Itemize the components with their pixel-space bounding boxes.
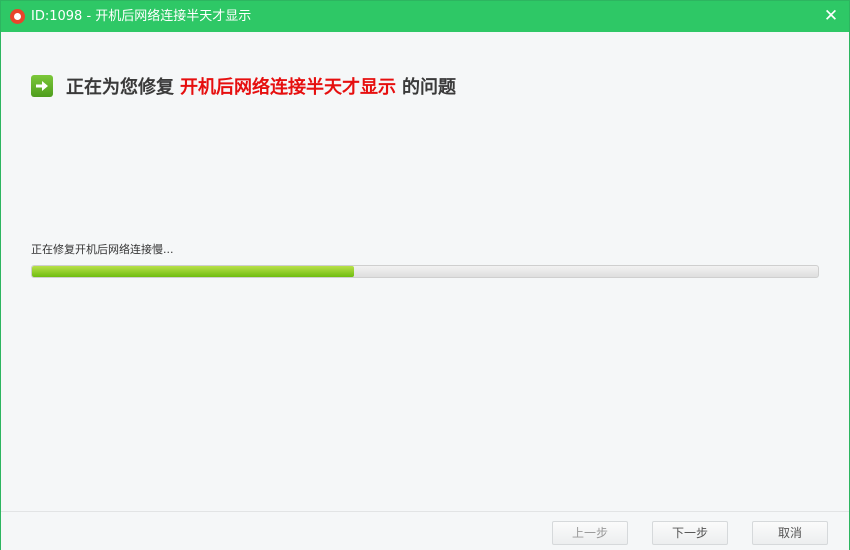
heading-suffix: 的问题 — [402, 77, 456, 98]
app-logo-icon — [10, 9, 25, 24]
close-icon[interactable]: ✕ — [819, 4, 843, 28]
repair-status-text: 正在修复开机后网络连接慢... — [31, 243, 174, 256]
page-heading: 正在为您修复 开机后网络连接半天才显示 的问题 — [31, 73, 456, 99]
heading-prefix: 正在为您修复 — [66, 77, 174, 98]
repair-progress-bar — [31, 265, 819, 278]
title-bar[interactable]: ID:1098 - 开机后网络连接半天才显示 ✕ — [1, 1, 849, 32]
window-title: ID:1098 - 开机后网络连接半天才显示 — [31, 9, 252, 24]
repair-progress-fill — [32, 266, 355, 277]
arrow-right-icon — [31, 75, 53, 97]
footer-bar: 上一步 下一步 取消 — [1, 511, 849, 550]
previous-step-button[interactable]: 上一步 — [552, 521, 628, 545]
heading-issue-name: 开机后网络连接半天才显示 — [180, 77, 396, 98]
next-step-button[interactable]: 下一步 — [652, 521, 728, 545]
repair-window: ID:1098 - 开机后网络连接半天才显示 ✕ 正在为您修复 开机后网络连接半… — [0, 0, 850, 550]
cancel-button[interactable]: 取消 — [752, 521, 828, 545]
